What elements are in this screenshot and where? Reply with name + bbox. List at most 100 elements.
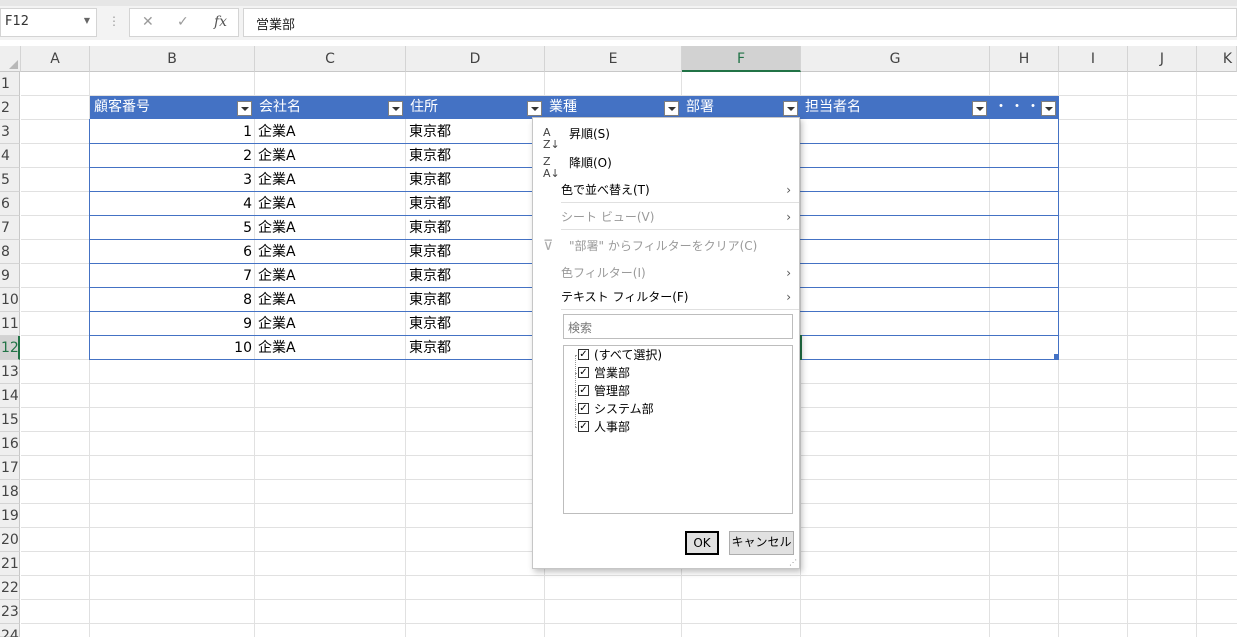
text-filter-item[interactable]: テキスト フィルター(F) › (533, 284, 799, 310)
ok-button[interactable]: OK (685, 531, 719, 555)
column-header-a[interactable]: A (21, 46, 90, 72)
cell-address[interactable]: 東京都 (406, 264, 532, 288)
cell-company[interactable]: 企業A (255, 168, 406, 192)
sort-ascending-item[interactable]: A Z↓ 昇順(S) (533, 121, 799, 151)
filter-dropdown-button[interactable] (527, 101, 542, 116)
column-header-k[interactable]: K (1197, 46, 1237, 72)
table-resize-handle[interactable] (1054, 354, 1059, 359)
cell-address[interactable]: 東京都 (406, 240, 532, 264)
row-header-20[interactable]: 20 (0, 528, 20, 552)
cell-customer-id[interactable]: 3 (90, 168, 255, 192)
row-header-24[interactable]: 24 (0, 624, 20, 637)
column-header-d[interactable]: D (406, 46, 545, 72)
drag-handle-icon[interactable]: ⋮ (108, 14, 120, 28)
column-header-j[interactable]: J (1128, 46, 1197, 72)
name-box[interactable]: F12 ▼ (0, 8, 97, 37)
cell-company[interactable]: 企業A (255, 312, 406, 336)
column-header-i[interactable]: I (1059, 46, 1128, 72)
cell-company[interactable]: 企業A (255, 264, 406, 288)
table-header-industry: 業種 (545, 96, 682, 119)
filter-dropdown-button[interactable] (783, 101, 798, 116)
cell-company[interactable]: 企業A (255, 120, 406, 144)
row-header-3[interactable]: 3 (0, 120, 20, 144)
row-header-2[interactable]: 2 (0, 96, 20, 120)
filter-search-input[interactable]: 検索 (563, 314, 793, 339)
row-header-12[interactable]: 12 (0, 336, 20, 360)
cell-customer-id[interactable]: 8 (90, 288, 255, 312)
cell-address[interactable]: 東京都 (406, 336, 532, 360)
cell-customer-id[interactable]: 5 (90, 216, 255, 240)
cell-company[interactable]: 企業A (255, 240, 406, 264)
filter-dropdown-button[interactable] (388, 101, 403, 116)
cancel-icon[interactable]: ✕ (142, 14, 154, 30)
check-icon[interactable]: ✓ (177, 14, 189, 30)
sort-descending-item[interactable]: Z A↓ 降順(O) (533, 150, 799, 180)
color-filter-item: 色フィルター(I) › (533, 260, 799, 286)
insert-function-icon[interactable]: fx (214, 14, 227, 30)
row-header-9[interactable]: 9 (0, 264, 20, 288)
cell-customer-id[interactable]: 10 (90, 336, 255, 360)
row-header-7[interactable]: 7 (0, 216, 20, 240)
filter-dropdown-button[interactable] (1041, 101, 1056, 116)
row-header-5[interactable]: 5 (0, 168, 20, 192)
row-header-11[interactable]: 11 (0, 312, 20, 336)
gridline (21, 335, 89, 336)
row-header-6[interactable]: 6 (0, 192, 20, 216)
cell-customer-id[interactable]: 7 (90, 264, 255, 288)
sort-by-color-item[interactable]: 色で並べ替え(T) › (533, 177, 799, 203)
cell-customer-id[interactable]: 9 (90, 312, 255, 336)
cancel-button[interactable]: キャンセル (729, 531, 794, 555)
resize-grip-icon[interactable]: ⋰ (789, 558, 797, 567)
cell-company[interactable]: 企業A (255, 336, 406, 360)
chevron-down-icon[interactable]: ▼ (84, 16, 90, 25)
column-header-c[interactable]: C (255, 46, 406, 72)
column-header-g[interactable]: G (801, 46, 990, 72)
cell-customer-id[interactable]: 6 (90, 240, 255, 264)
cell-address[interactable]: 東京都 (406, 312, 532, 336)
cell-company[interactable]: 企業A (255, 288, 406, 312)
select-all-corner[interactable] (0, 46, 21, 72)
filter-dropdown-button[interactable] (972, 101, 987, 116)
menu-label: シート ビュー(V) (561, 210, 655, 224)
row-header-14[interactable]: 14 (0, 384, 20, 408)
cell-address[interactable]: 東京都 (406, 168, 532, 192)
cell-address[interactable]: 東京都 (406, 216, 532, 240)
gridline (21, 575, 1237, 576)
cell-address[interactable]: 東京都 (406, 288, 532, 312)
row-header-16[interactable]: 16 (0, 432, 20, 456)
cell-company[interactable]: 企業A (255, 216, 406, 240)
row-header-1[interactable]: 1 (0, 72, 20, 96)
row-header-4[interactable]: 4 (0, 144, 20, 168)
menu-separator (561, 309, 799, 310)
row-header-18[interactable]: 18 (0, 480, 20, 504)
row-header-21[interactable]: 21 (0, 552, 20, 576)
column-header-e[interactable]: E (545, 46, 682, 72)
row-header-19[interactable]: 19 (0, 504, 20, 528)
cell-customer-id[interactable]: 1 (90, 120, 255, 144)
cell-company[interactable]: 企業A (255, 192, 406, 216)
column-header-h[interactable]: H (990, 46, 1059, 72)
formula-input[interactable]: 営業部 (243, 8, 1237, 37)
row-header-17[interactable]: 17 (0, 456, 20, 480)
cell-address[interactable]: 東京都 (406, 120, 532, 144)
filter-value-list[interactable]: ✓ (すべて選択) ✓ 営業部 ✓ 管理部 ✓ システム部 ✓ 人事部 (563, 345, 793, 514)
select-all-triangle-icon (9, 60, 18, 69)
filter-dropdown-button[interactable] (237, 101, 252, 116)
checkbox-checked-icon: ✓ (578, 403, 589, 414)
chevron-right-icon: › (786, 266, 791, 280)
row-header-10[interactable]: 10 (0, 288, 20, 312)
row-header-13[interactable]: 13 (0, 360, 20, 384)
column-header-f[interactable]: F (682, 46, 801, 72)
column-header-b[interactable]: B (90, 46, 255, 72)
cell-address[interactable]: 東京都 (406, 144, 532, 168)
filter-dropdown-button[interactable] (664, 101, 679, 116)
gridline (21, 623, 1237, 624)
row-header-22[interactable]: 22 (0, 576, 20, 600)
cell-customer-id[interactable]: 4 (90, 192, 255, 216)
row-header-15[interactable]: 15 (0, 408, 20, 432)
cell-customer-id[interactable]: 2 (90, 144, 255, 168)
row-header-23[interactable]: 23 (0, 600, 20, 624)
cell-address[interactable]: 東京都 (406, 192, 532, 216)
row-header-8[interactable]: 8 (0, 240, 20, 264)
cell-company[interactable]: 企業A (255, 144, 406, 168)
